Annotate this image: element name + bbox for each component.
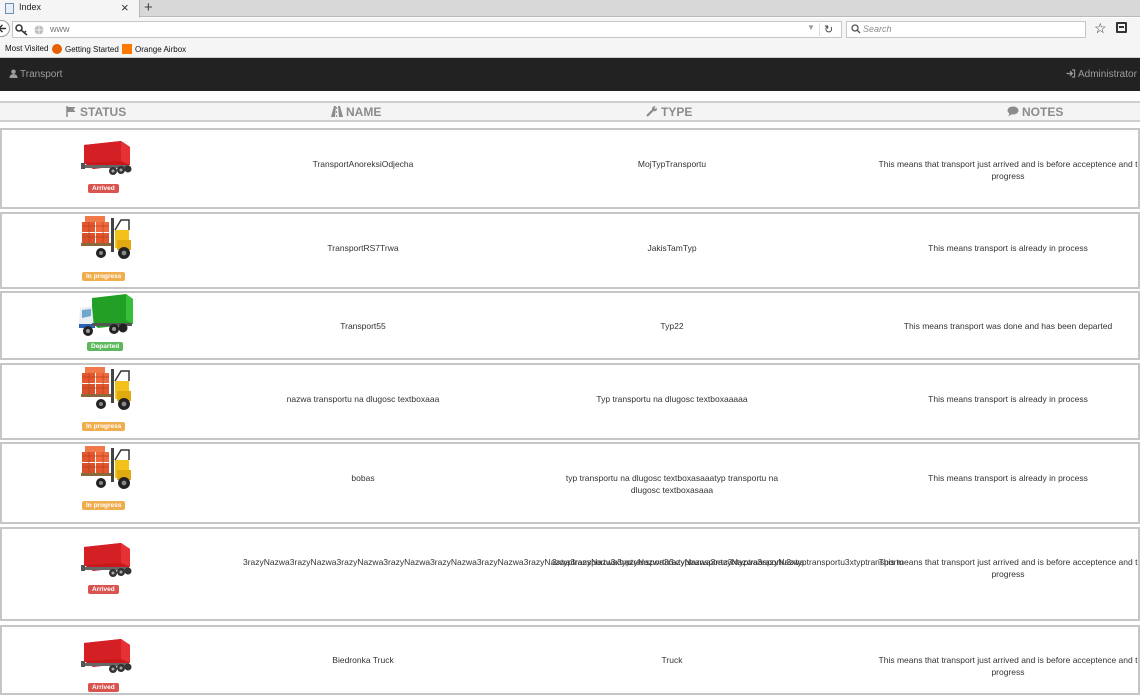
browser-tab[interactable]: Index × bbox=[0, 0, 140, 18]
status-badge: In progress bbox=[82, 501, 126, 510]
type-cell: JakisTamTyp bbox=[647, 243, 697, 253]
new-tab-button[interactable]: + bbox=[144, 0, 153, 16]
trailer-icon bbox=[81, 637, 133, 677]
flag-icon bbox=[66, 106, 76, 117]
name-cell: 3razyNazwa3razyNazwa3razyNazwa3razyNazwa… bbox=[243, 557, 805, 567]
name-cell: Biedronka Truck bbox=[332, 655, 394, 665]
forklift-icon bbox=[81, 216, 133, 260]
notes-cell: This means that transport just arrived a… bbox=[878, 655, 1138, 677]
user-icon bbox=[9, 69, 18, 78]
table-row[interactable]: Departed Transport55 Typ22 This means tr… bbox=[0, 291, 1140, 360]
status-badge: Departed bbox=[87, 342, 124, 351]
type-cell: MojTypTransportu bbox=[637, 159, 707, 169]
forklift-icon bbox=[81, 446, 133, 490]
table-row[interactable]: Arrived 3razyNazwa3razyNazwa3razyNazwa3r… bbox=[0, 527, 1140, 621]
notes-cell: This means transport is already in proce… bbox=[928, 243, 1088, 253]
name-cell: TransportRS7Trwa bbox=[327, 243, 399, 253]
road-icon bbox=[331, 106, 343, 117]
url-text[interactable]: www bbox=[50, 24, 70, 34]
search-input[interactable]: Search bbox=[863, 24, 892, 34]
column-notes: NOTES bbox=[1007, 105, 1063, 119]
url-bar[interactable]: www ▼ ↻ bbox=[12, 21, 842, 38]
bookmark-getting-started[interactable]: Getting Started bbox=[52, 44, 119, 54]
url-separator bbox=[819, 23, 820, 36]
column-status: STATUS bbox=[66, 105, 126, 119]
notes-cell: This means that transport just arrived a… bbox=[878, 159, 1138, 181]
table-header: STATUS NAME TYPE NOTES bbox=[0, 101, 1140, 122]
status-badge: Arrived bbox=[88, 585, 119, 594]
type-cell: Truck bbox=[661, 655, 683, 665]
wrench-icon bbox=[646, 106, 657, 117]
bookmark-star-icon[interactable]: ☆ bbox=[1094, 20, 1107, 36]
key-icon[interactable] bbox=[15, 24, 29, 36]
close-tab-icon[interactable]: × bbox=[121, 0, 129, 15]
forklift-icon bbox=[81, 367, 133, 411]
page-icon bbox=[5, 3, 14, 14]
status-badge: In progress bbox=[82, 272, 126, 281]
bookmarks-toolbar: Most Visited Getting Started Orange Airb… bbox=[0, 42, 1140, 58]
name-cell: Transport55 bbox=[340, 321, 386, 331]
trailer-icon bbox=[81, 139, 133, 179]
notes-cell: This means that transport just arrived a… bbox=[878, 557, 1138, 579]
search-icon bbox=[851, 24, 861, 34]
name-cell: nazwa transportu na dlugosc textboxaaa bbox=[286, 394, 440, 404]
bookmark-orange-airbox[interactable]: Orange Airbox bbox=[122, 44, 186, 54]
browser-toolbar: www ▼ ↻ Search bbox=[0, 18, 1140, 42]
notes-cell: This means transport is already in proce… bbox=[928, 394, 1088, 404]
table-row[interactable]: Arrived Biedronka Truck Truck This means… bbox=[0, 625, 1140, 695]
type-cell: Typ transportu na dlugosc textboxaaaaa bbox=[596, 394, 748, 404]
type-cell: 3xtyptransportu3xtyptransportu3xtyptrans… bbox=[552, 557, 904, 567]
status-badge: Arrived bbox=[88, 184, 119, 193]
search-bar[interactable]: Search bbox=[846, 21, 1086, 38]
comment-icon bbox=[1007, 106, 1019, 117]
table-row[interactable]: In progress nazwa transportu na dlugosc … bbox=[0, 363, 1140, 440]
column-name: NAME bbox=[331, 105, 381, 119]
arrow-left-icon bbox=[0, 24, 7, 33]
orange-logo-icon bbox=[122, 44, 132, 54]
status-badge: In progress bbox=[82, 422, 126, 431]
url-dropdown-icon[interactable]: ▼ bbox=[807, 23, 815, 32]
name-cell: TransportAnoreksiOdjecha bbox=[312, 159, 414, 169]
type-cell: Typ22 bbox=[660, 321, 684, 331]
firefox-icon bbox=[52, 44, 62, 54]
column-type: TYPE bbox=[646, 105, 692, 119]
brand-link[interactable]: Transport bbox=[9, 69, 62, 80]
browser-tab-bar: Index × + bbox=[0, 0, 1140, 18]
type-cell: typ transportu na dlugosc textboxasaaaty… bbox=[565, 473, 779, 495]
user-menu[interactable]: Administrator - bbox=[1066, 69, 1140, 80]
back-button[interactable] bbox=[0, 20, 10, 37]
table-row[interactable]: Arrived TransportAnoreksiOdjecha MojTypT… bbox=[0, 128, 1140, 209]
status-badge: Arrived bbox=[88, 683, 119, 692]
trailer-icon bbox=[81, 541, 133, 581]
globe-icon bbox=[34, 25, 44, 35]
tab-title: Index bbox=[19, 2, 42, 12]
notes-cell: This means transport was done and has be… bbox=[903, 321, 1113, 331]
notes-cell: This means transport is already in proce… bbox=[928, 473, 1088, 483]
login-icon bbox=[1066, 69, 1076, 78]
truck-icon bbox=[78, 294, 134, 338]
name-cell: bobas bbox=[351, 473, 375, 483]
reload-icon[interactable]: ↻ bbox=[824, 23, 833, 36]
table-row[interactable]: In progress bobas typ transportu na dlug… bbox=[0, 442, 1140, 524]
table-row[interactable]: In progress TransportRS7Trwa JakisTamTyp… bbox=[0, 212, 1140, 289]
bookmark-most-visited[interactable]: Most Visited bbox=[5, 44, 48, 53]
app-navbar: Transport Administrator - bbox=[0, 58, 1140, 91]
library-icon[interactable] bbox=[1116, 22, 1127, 33]
